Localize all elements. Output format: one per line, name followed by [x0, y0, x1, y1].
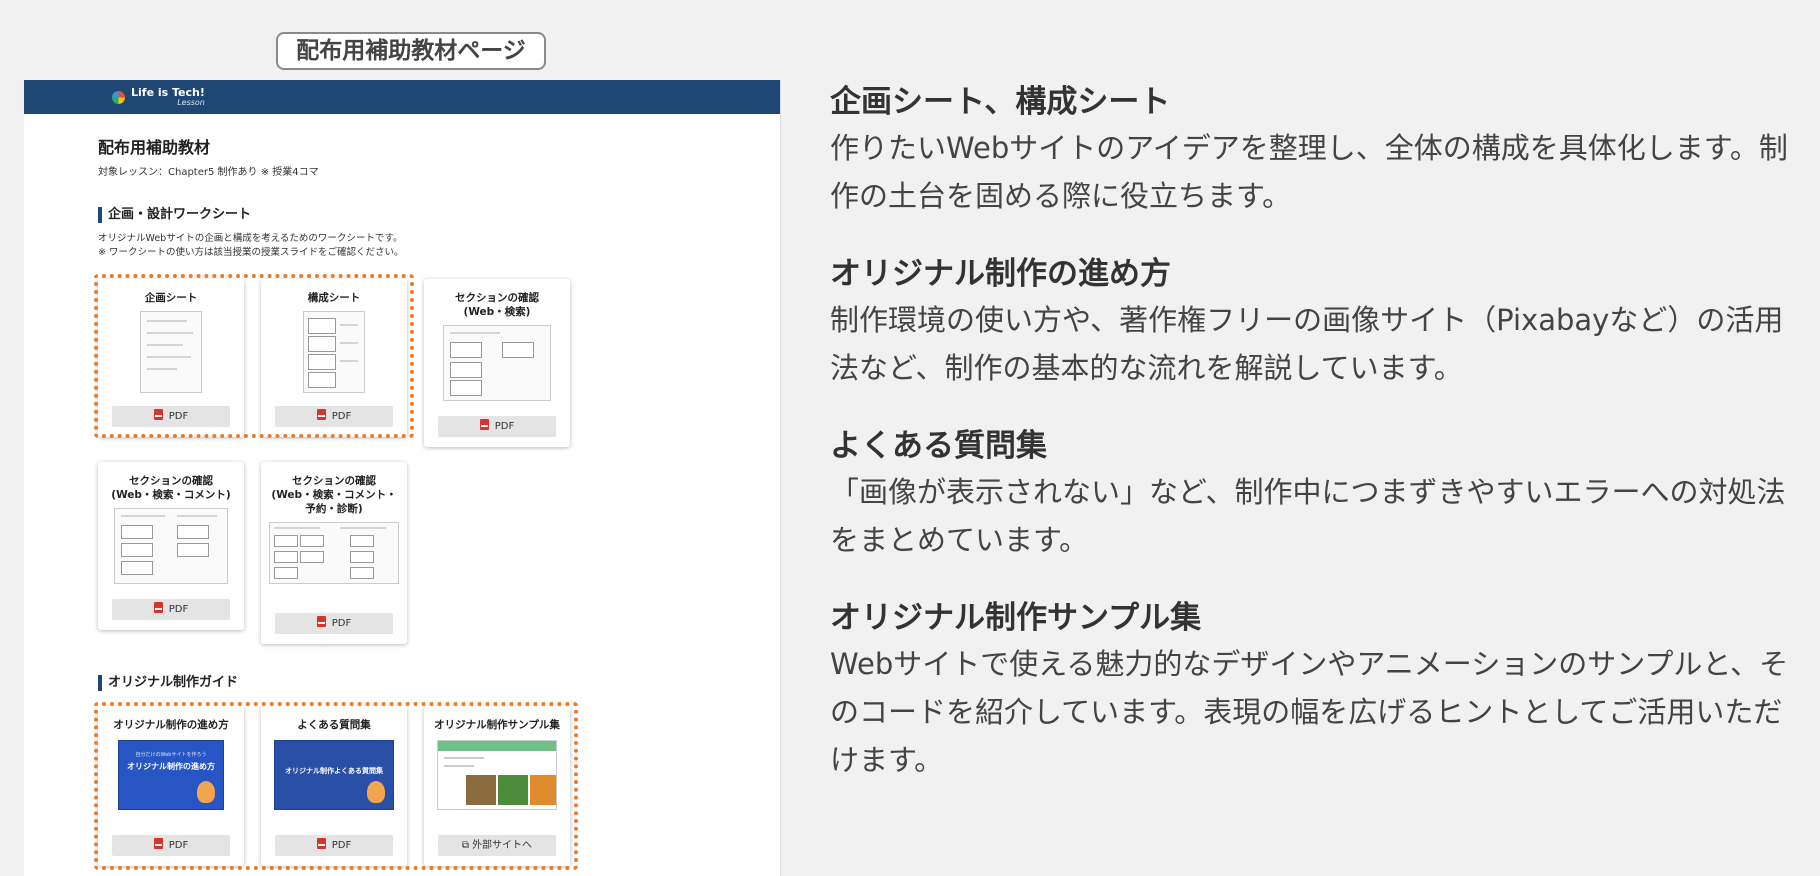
worksheet-thumbnail: [269, 522, 399, 584]
section-heading-worksheets: 企画・設計ワークシート: [98, 207, 251, 223]
card-section-check-full: セクションの確認 (Web・検索・コメント・ 予約・診断) PDF: [261, 462, 407, 644]
card-section-check-comment: セクションの確認 (Web・検索・コメント) PDF: [98, 462, 244, 630]
highlight-frame-sheets: [94, 274, 414, 438]
explanation-heading: よくある質問集: [830, 428, 1047, 464]
explanation-body: 制作環境の使い方や、著作権フリーの画像サイト（Pixabayなど）の活用法など、…: [830, 303, 1784, 385]
card-title: セクションの確認 (Web・検索・コメント・ 予約・診断): [271, 475, 397, 515]
explanation-item: オリジナル制作の進め方 制作環境の使い方や、著作権フリーの画像サイト（Pixab…: [830, 252, 1790, 392]
explanation-body: 作りたいWebサイトのアイデアを整理し、全体の構成を具体化します。制作の土台を固…: [830, 131, 1788, 213]
section-heading-guide: オリジナル制作ガイド: [98, 675, 238, 691]
explanation-body: Webサイトで使える魅力的なデザインやアニメーションのサンプルと、そのコードを紹…: [830, 647, 1789, 777]
section-desc-2: ※ ワークシートの使い方は該当授業の授業スライドをご確認ください。: [98, 247, 404, 258]
site-logo[interactable]: Life is Tech! Lesson: [112, 85, 205, 109]
logo-sub: Lesson: [177, 98, 205, 107]
pdf-button[interactable]: PDF: [438, 416, 556, 437]
pdf-button[interactable]: PDF: [275, 613, 393, 634]
materials-subtitle: 対象レッスン：Chapter5 制作あり ※ 授業4コマ: [98, 167, 319, 178]
pdf-button[interactable]: PDF: [112, 599, 230, 620]
logo-text: Life is Tech!: [131, 86, 205, 99]
page-label: 配布用補助教材ページ: [276, 32, 546, 70]
explanations: 企画シート、構成シート 作りたいWebサイトのアイデアを整理し、全体の構成を具体…: [830, 80, 1790, 816]
explanation-heading: 企画シート、構成シート: [830, 84, 1171, 120]
card-title: セクションの確認 (Web・検索): [455, 292, 539, 318]
screenshot-panel: Life is Tech! Lesson 配布用補助教材 対象レッスン：Chap…: [24, 80, 781, 876]
explanation-heading: オリジナル制作の進め方: [830, 256, 1171, 292]
pdf-icon: [479, 419, 489, 430]
card-title: セクションの確認 (Web・検索・コメント): [111, 475, 231, 501]
site-header: Life is Tech! Lesson: [24, 80, 780, 114]
explanation-item: よくある質問集 「画像が表示されない」など、制作中につまずきやすいエラーへの対処…: [830, 424, 1790, 564]
explanation-heading: オリジナル制作サンプル集: [830, 600, 1202, 636]
logo-icon: [112, 90, 125, 104]
worksheet-thumbnail: [443, 325, 551, 401]
pdf-icon: [153, 602, 163, 613]
materials-title: 配布用補助教材: [98, 138, 211, 157]
explanation-body: 「画像が表示されない」など、制作中につまずきやすいエラーへの対処法をまとめていま…: [830, 475, 1786, 557]
section-desc-1: オリジナルWebサイトの企画と構成を考えるためのワークシートです。: [98, 233, 403, 244]
pdf-icon: [316, 616, 326, 627]
card-section-check-web: セクションの確認 (Web・検索) PDF: [424, 279, 570, 447]
explanation-item: 企画シート、構成シート 作りたいWebサイトのアイデアを整理し、全体の構成を具体…: [830, 80, 1790, 220]
highlight-frame-guides: [94, 702, 578, 870]
worksheet-thumbnail: [114, 508, 228, 584]
explanation-item: オリジナル制作サンプル集 Webサイトで使える魅力的なデザインやアニメーションの…: [830, 596, 1790, 784]
